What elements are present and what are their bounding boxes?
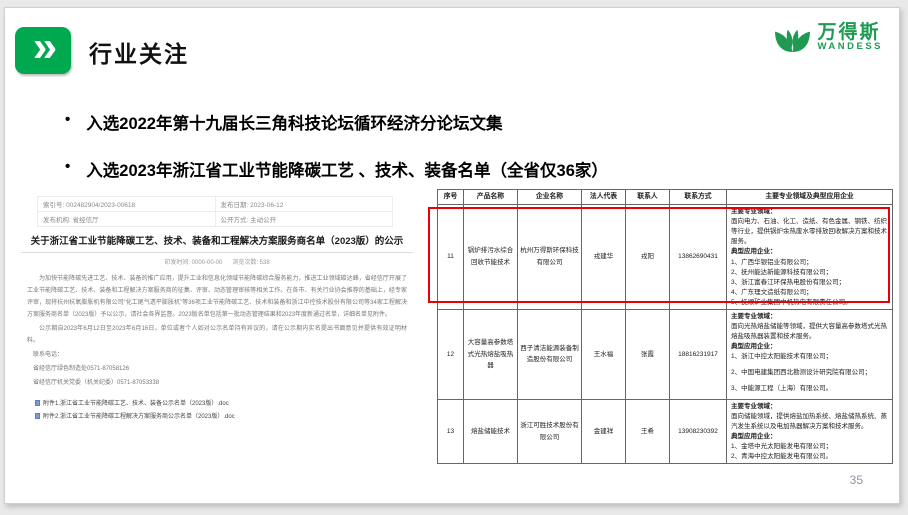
slide-canvas: » 行业关注 万得斯 WANDESS • 入选2022年第十九届长三角科技论坛循…: [4, 7, 900, 504]
domain-text: 面向电力、石油、化工、造纸、有色金属、钢铁、纺织等行业，提供锅炉余热废水零排放回…: [731, 217, 888, 247]
meta-publish-date: 发布日期: 2023-06-12: [215, 197, 393, 212]
table-row: 11 锅炉排污水综合回收节能技术 杭州万得斯环保科技有限公司 戎建华 戎阳 13…: [438, 205, 893, 310]
cell-contact: 王希: [626, 399, 670, 463]
domain-label: 主要专业领域：: [731, 312, 888, 322]
double-chevron-icon: »: [15, 27, 71, 74]
table-row: 13 熔盐储能技术 浙江可胜技术股份有限公司 金建祥 王希 1390823039…: [438, 399, 893, 463]
cell-domain: 主要专业领域： 面向电力、石油、化工、造纸、有色金属、钢铁、纺织等行业，提供锅炉…: [727, 205, 893, 310]
attachment-link-2[interactable]: 附件2.浙江省工业节能降碳工程解决方案服务商公示名单（2023版）.doc: [35, 411, 413, 420]
cell-company: 西子清洁能源装备制造股份有限公司: [518, 309, 582, 399]
page-title: 行业关注: [89, 35, 189, 69]
attachment-link-1[interactable]: 附件1.浙江省工业节能降碳工艺、技术、装备公示名单（2023版）.doc: [35, 398, 413, 407]
col-header-domain: 主要专业领域及典型应用企业: [727, 190, 893, 205]
registry-table: 序号 产品名称 企业名称 法人代表 联系人 联系方式 主要专业领域及典型应用企业…: [437, 189, 893, 464]
cell-legal-rep: 王水福: [582, 309, 626, 399]
announcement-document: 索引号: 002482904/2023-00618 发布日期: 2023-06-…: [21, 196, 413, 424]
app-line: 5、抚顺矿业集团中机热电有限责任公司。: [731, 298, 888, 308]
cell-domain: 主要专业领域： 面向储能领域，提供熔盐加热系统、熔盐储热系统、蒸汽发生系统以及电…: [727, 399, 893, 463]
cell-no: 11: [438, 205, 464, 310]
bullet-item-1: • 入选2022年第十九届长三角科技论坛循环经济分论坛文集: [65, 110, 765, 134]
col-header-product: 产品名称: [464, 190, 518, 205]
col-header-legal-rep: 法人代表: [582, 190, 626, 205]
domain-text: 面向光热熔盐储能等领域，提供大容量高参数塔式光热熔盐吸热器装置和技术服务。: [731, 322, 888, 342]
bullet-text: 入选2023年浙江省工业节能降碳工艺 、技术、装备名单（全省仅36家）: [86, 157, 608, 181]
bullet-dot: •: [65, 111, 70, 128]
domain-label: 主要专业领域：: [731, 402, 888, 412]
col-header-contact: 联系人: [626, 190, 670, 205]
cell-no: 12: [438, 309, 464, 399]
divider: [21, 252, 413, 253]
cell-product: 熔盐储能技术: [464, 399, 518, 463]
col-header-company: 企业名称: [518, 190, 582, 205]
domain-label: 主要专业领域：: [731, 207, 888, 217]
attachment-text: 附件1.浙江省工业节能降碳工艺、技术、装备公示名单（2023版）.doc: [43, 398, 229, 407]
cell-legal-rep: 金建祥: [582, 399, 626, 463]
cell-product: 大容量高参数塔式光热熔盐吸热器: [464, 309, 518, 399]
logo-name-cn: 万得斯: [817, 23, 883, 43]
attachment-text: 附件2.浙江省工业节能降碳工程解决方案服务商公示名单（2023版）.doc: [43, 411, 235, 420]
cell-product: 锅炉排污水综合回收节能技术: [464, 205, 518, 310]
wandess-plant-icon: [774, 21, 811, 54]
announcement-body: 为加快节能降碳先进工艺、技术、装备的推广应用，提升工业和信息化领域节能降碳综合服…: [21, 273, 413, 389]
bullet-text: 入选2022年第十九届长三角科技论坛循环经济分论坛文集: [86, 110, 502, 134]
app-line: 1、金塔中光太阳能发电有限公司；: [731, 442, 888, 452]
page-number: 35: [850, 473, 863, 487]
app-line: 1、广西华银铝业有限公司；: [731, 258, 888, 268]
company-logo: 万得斯 WANDESS: [774, 21, 883, 54]
apps-label: 典型应用企业：: [731, 342, 888, 352]
app-line: 4、广东理文造纸有限公司；: [731, 288, 888, 298]
app-line: 3、中能源工程（上海）有限公司。: [731, 384, 888, 394]
table-row: 12 大容量高参数塔式光热熔盐吸热器 西子清洁能源装备制造股份有限公司 王水福 …: [438, 309, 893, 399]
cell-contact: 戎阳: [626, 205, 670, 310]
app-line: 2、抚州能达新能源科技有限公司；: [731, 268, 888, 278]
contact-line-1: 省经信厅绿色制造处0571-87058126: [27, 363, 407, 375]
doc-file-icon: [35, 413, 40, 419]
cell-contact: 张霞: [626, 309, 670, 399]
announcement-meta-table: 索引号: 002482904/2023-00618 发布日期: 2023-06-…: [37, 196, 393, 227]
meta-index: 索引号: 002482904/2023-00618: [38, 197, 216, 212]
announcement-stats: 印发时间: 0000-00-00 浏览次数: 538: [21, 257, 413, 266]
col-header-no: 序号: [438, 190, 464, 205]
cell-legal-rep: 戎建华: [582, 205, 626, 310]
bullet-item-2: • 入选2023年浙江省工业节能降碳工艺 、技术、装备名单（全省仅36家）: [65, 157, 765, 181]
app-line: 3、浙江富春江环保热电股份有限公司；: [731, 278, 888, 288]
attachment-list: 附件1.浙江省工业节能降碳工艺、技术、装备公示名单（2023版）.doc 附件2…: [35, 398, 413, 420]
meta-publicity: 公开方式: 主动公开: [215, 212, 393, 227]
cell-domain: 主要专业领域： 面向光热熔盐储能等领域，提供大容量高参数塔式光热熔盐吸热器装置和…: [727, 309, 893, 399]
cell-phone: 13862690431: [670, 205, 727, 310]
contact-label: 联系电话：: [27, 349, 407, 361]
cell-company: 杭州万得斯环保科技有限公司: [518, 205, 582, 310]
cell-company: 浙江可胜技术股份有限公司: [518, 399, 582, 463]
meta-agency: 发布机构: 省经信厅: [38, 212, 216, 227]
app-line: 2、中国电建集团西北勘测设计研究院有限公司；: [731, 368, 888, 378]
cell-phone: 18816231917: [670, 309, 727, 399]
cell-no: 13: [438, 399, 464, 463]
logo-text: 万得斯 WANDESS: [817, 23, 883, 53]
bullet-dot: •: [65, 158, 70, 175]
col-header-phone: 联系方式: [670, 190, 727, 205]
logo-name-en: WANDESS: [817, 42, 883, 52]
domain-text: 面向储能领域，提供熔盐加热系统、熔盐储热系统、蒸汽发生系统以及电加热器解决方案和…: [731, 412, 888, 432]
chevron-glyph: »: [33, 27, 53, 67]
doc-file-icon: [35, 400, 40, 406]
app-line: 1、浙江中控太阳能技术有限公司；: [731, 352, 888, 362]
apps-label: 典型应用企业：: [731, 247, 888, 257]
apps-label: 典型应用企业：: [731, 432, 888, 442]
announcement-paragraph: 公示期自2023年6月12日至2023年6月16日，单位或者个人如对公示名单持有…: [27, 323, 407, 347]
contact-line-2: 省经信厅机关党委（机关纪委）0571-87053338: [27, 377, 407, 389]
announcement-paragraph: 为加快节能降碳先进工艺、技术、装备的推广应用，提升工业和信息化领域节能降碳综合服…: [27, 273, 407, 321]
table-header-row: 序号 产品名称 企业名称 法人代表 联系人 联系方式 主要专业领域及典型应用企业: [438, 190, 893, 205]
app-line: 2、青海中控太阳能发电有限公司。: [731, 452, 888, 462]
cell-phone: 13908230392: [670, 399, 727, 463]
announcement-title: 关于浙江省工业节能降碳工艺、技术、装备和工程解决方案服务商名单（2023版）的公…: [21, 234, 413, 249]
